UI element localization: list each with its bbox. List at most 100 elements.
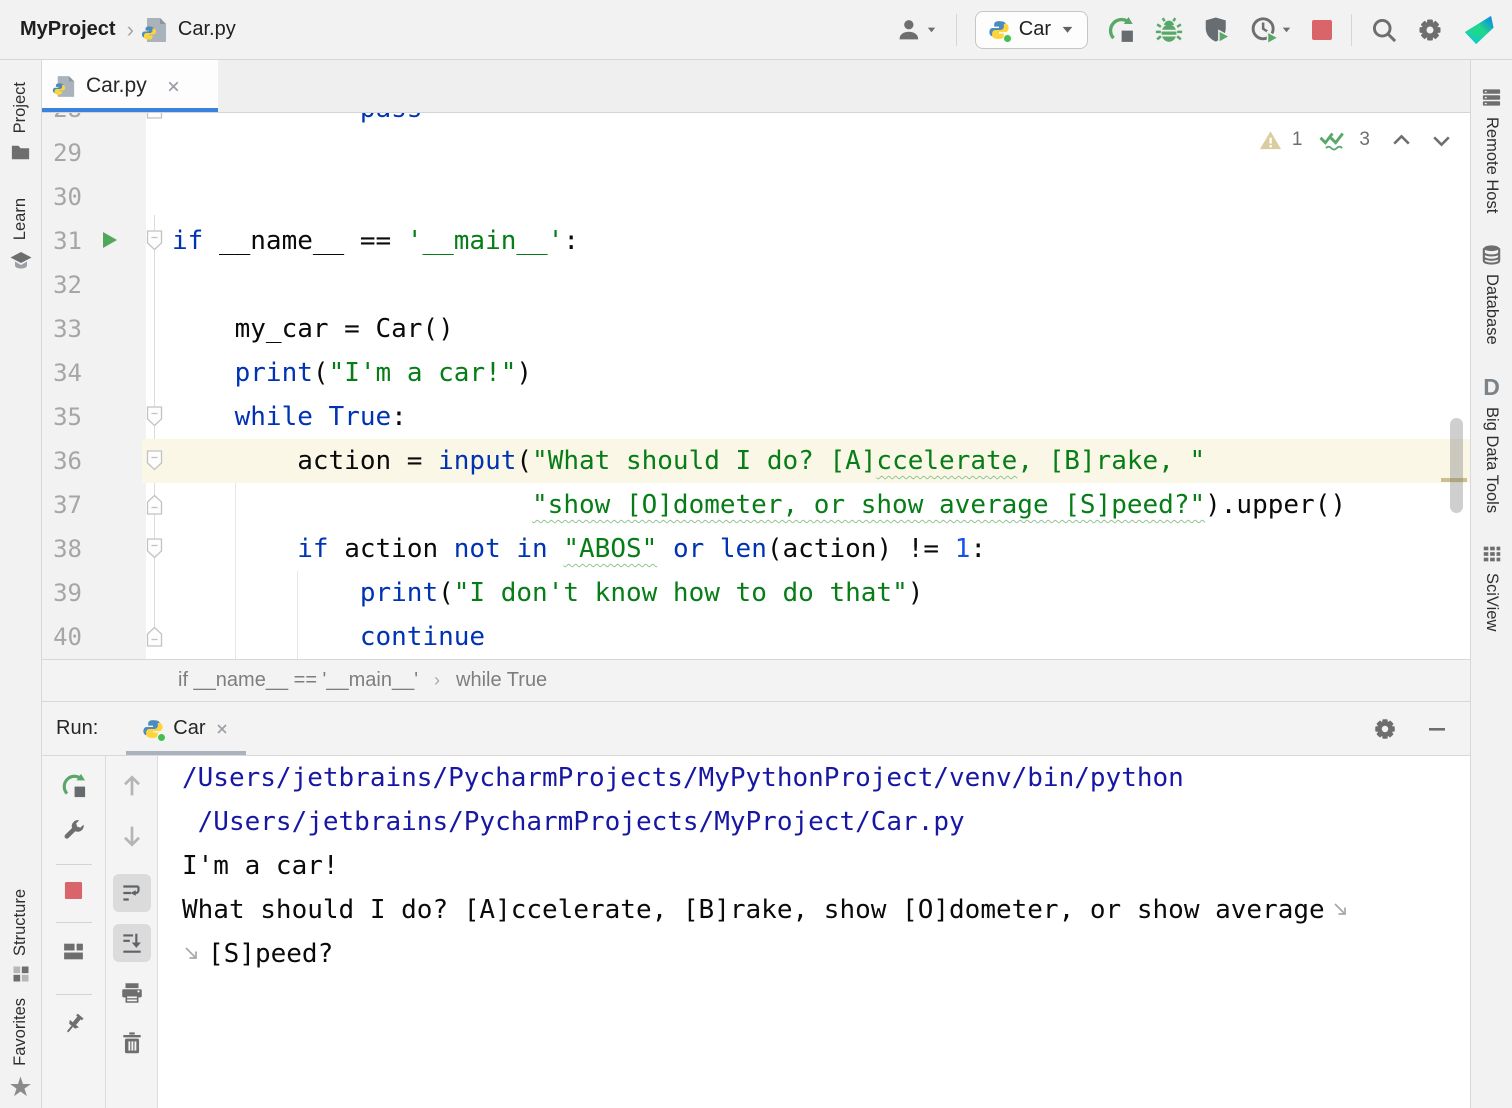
fold-marker-icon[interactable] <box>146 538 163 559</box>
print-icon[interactable] <box>119 980 145 1006</box>
run-button[interactable] <box>1106 15 1136 45</box>
tool-window-big-data-tools[interactable]: D Big Data Tools <box>1482 375 1501 513</box>
console-line: [S]peed? <box>182 932 1470 976</box>
code-line[interactable]: 35 while True: <box>42 395 1470 439</box>
settings-gear-icon[interactable] <box>1416 16 1444 44</box>
console-line: What should I do? [A]ccelerate, [B]rake,… <box>182 888 1470 932</box>
editor-scrollbar[interactable] <box>1450 418 1463 513</box>
close-icon[interactable] <box>165 78 182 95</box>
code-line[interactable]: 28 pass <box>42 113 1470 131</box>
prev-problem-icon[interactable] <box>1389 128 1414 153</box>
code-line[interactable]: 29 <box>42 131 1470 175</box>
soft-wrap-toggle[interactable] <box>113 874 151 912</box>
breadcrumb-project[interactable]: MyProject <box>20 18 116 41</box>
warning-icon[interactable] <box>1258 129 1283 152</box>
stop-process-icon[interactable] <box>64 881 83 900</box>
line-number: 36 <box>42 439 82 483</box>
tool-window-structure[interactable]: Structure <box>11 889 31 984</box>
tool-window-sciview[interactable]: SciView <box>1481 543 1503 631</box>
debug-button[interactable] <box>1154 15 1184 45</box>
run-settings-gear-icon[interactable] <box>1372 716 1398 742</box>
code-line[interactable]: 37 "show [O]dometer, or show average [S]… <box>42 483 1470 527</box>
line-number: 33 <box>42 307 82 351</box>
code-line[interactable]: 31if __name__ == '__main__': <box>42 219 1470 263</box>
code-text: if action not in "ABOS" or len(action) !… <box>172 527 986 571</box>
edit-configuration-icon[interactable] <box>61 818 87 844</box>
run-line-icon[interactable] <box>99 230 119 250</box>
database-icon <box>1480 243 1503 266</box>
fold-marker-icon[interactable] <box>146 230 163 251</box>
rerun-icon[interactable] <box>60 772 88 800</box>
tool-window-remote-host[interactable]: Remote Host <box>1480 86 1503 213</box>
folder-icon <box>9 141 32 164</box>
run-panel-body: /Users/jetbrains/PycharmProjects/MyPytho… <box>42 756 1470 1108</box>
tool-window-database[interactable]: Database <box>1480 243 1503 345</box>
code-line[interactable]: 30 <box>42 175 1470 219</box>
profiler-button[interactable] <box>1250 15 1293 45</box>
code-line[interactable]: 38 if action not in "ABOS" or len(action… <box>42 527 1470 571</box>
code-line[interactable]: 32 <box>42 263 1470 307</box>
hide-panel-icon[interactable] <box>1426 718 1448 740</box>
toolbar-separator <box>1351 14 1352 46</box>
up-stacktrace-icon[interactable] <box>118 772 146 800</box>
line-number: 32 <box>42 263 82 307</box>
breadcrumb-file[interactable]: Car.py <box>178 18 236 41</box>
stop-button[interactable] <box>1311 19 1333 41</box>
tool-window-project[interactable]: Project <box>9 82 32 164</box>
user-icon[interactable] <box>895 16 938 44</box>
tool-window-learn[interactable]: Learn <box>9 198 33 272</box>
fold-marker-icon[interactable] <box>146 626 163 647</box>
toolbar-separator <box>56 922 92 923</box>
editor-breadcrumbs: if __name__ == '__main__' › while True <box>42 659 1470 702</box>
code-line[interactable]: 33 my_car = Car() <box>42 307 1470 351</box>
navigation-bar: MyProject › Car.py <box>0 17 236 43</box>
scroll-to-end-toggle[interactable] <box>113 924 151 962</box>
soft-wrap-icon <box>1331 900 1351 920</box>
code-line[interactable]: 39 print("I don't know how to do that") <box>42 571 1470 615</box>
breadcrumb-while[interactable]: while True <box>456 669 547 692</box>
code-text: "show [O]dometer, or show average [S]pee… <box>172 483 1346 527</box>
next-problem-icon[interactable] <box>1429 128 1454 153</box>
learn-label: Learn <box>11 198 30 240</box>
code-text: while True: <box>172 395 407 439</box>
inspections-ok-icon[interactable] <box>1317 127 1350 153</box>
run-tab-car[interactable]: Car <box>126 702 246 755</box>
console-line: /Users/jetbrains/PycharmProjects/MyProje… <box>182 800 1470 844</box>
tab-car-py[interactable]: Car.py <box>42 60 218 112</box>
code-editor[interactable]: 28 pass293031if __name__ == '__main__':3… <box>42 113 1470 659</box>
pycharm-logo-icon <box>1462 13 1496 47</box>
clear-all-icon[interactable] <box>119 1030 145 1056</box>
run-configuration-select[interactable]: Car <box>975 11 1088 49</box>
coverage-button[interactable] <box>1202 15 1232 45</box>
left-tool-stripe: Project Learn Structure Favorites ★ <box>0 60 42 1108</box>
code-line[interactable]: 36 action = input("What should I do? [A]… <box>42 439 1470 483</box>
code-line[interactable]: 34 print("I'm a car!") <box>42 351 1470 395</box>
fold-marker-icon[interactable] <box>146 406 163 427</box>
chevron-right-icon: › <box>434 670 440 691</box>
close-icon[interactable] <box>214 721 230 737</box>
sciview-label: SciView <box>1482 573 1501 631</box>
line-number: 29 <box>42 131 82 175</box>
line-number: 30 <box>42 175 82 219</box>
passed-count: 3 <box>1359 129 1370 151</box>
structure-icon <box>11 964 31 984</box>
fold-marker-icon[interactable] <box>146 113 163 119</box>
code-line[interactable]: 40 continue <box>42 615 1470 659</box>
fold-marker-icon[interactable] <box>146 450 163 471</box>
main-toolbar: MyProject › Car.py Car <box>0 0 1512 60</box>
run-console[interactable]: /Users/jetbrains/PycharmProjects/MyPytho… <box>158 756 1470 1108</box>
line-number: 31 <box>42 219 82 263</box>
console-line: I'm a car! <box>182 844 1470 888</box>
breadcrumb-main[interactable]: if __name__ == '__main__' <box>178 669 418 692</box>
pycharm-window: MyProject › Car.py Car <box>0 0 1512 1108</box>
down-stacktrace-icon[interactable] <box>118 822 146 850</box>
search-everywhere-icon[interactable] <box>1370 16 1398 44</box>
fold-marker-icon[interactable] <box>146 494 163 515</box>
python-run-config-icon <box>988 19 1010 41</box>
soft-wrap-icon <box>182 944 202 964</box>
pin-tab-icon[interactable] <box>61 1011 87 1037</box>
tool-window-favorites[interactable]: Favorites ★ <box>8 998 32 1100</box>
inspections-widget: 1 3 <box>1258 127 1454 153</box>
run-configuration-name: Car <box>1019 18 1051 41</box>
restore-layout-icon[interactable] <box>61 939 86 964</box>
